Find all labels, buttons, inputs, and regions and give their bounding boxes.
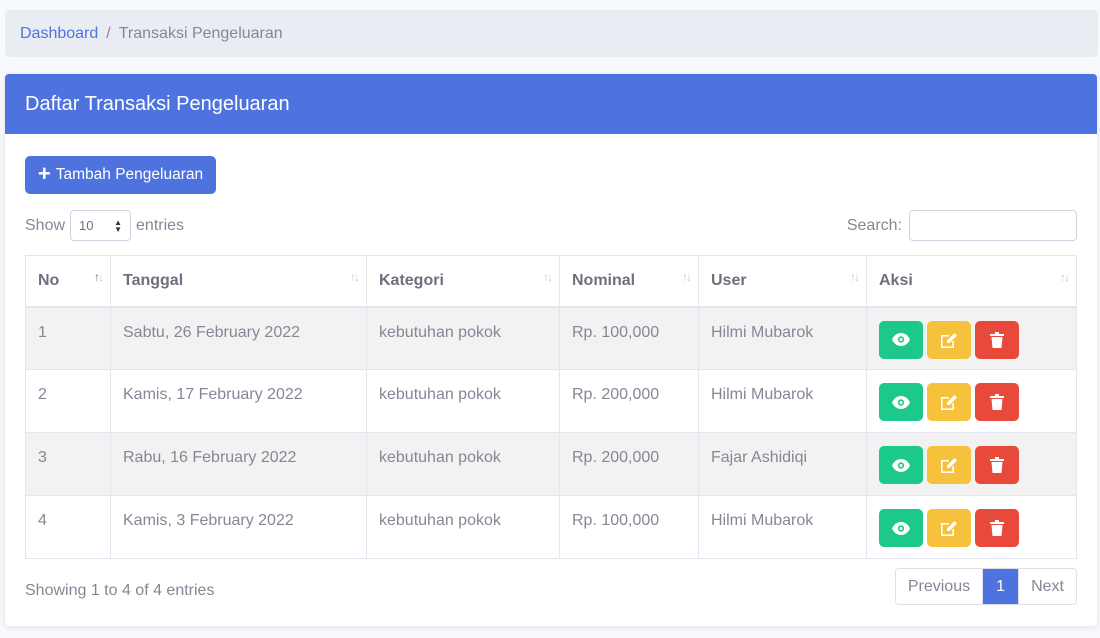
cell-actions xyxy=(866,495,1077,559)
edit-icon xyxy=(941,395,957,410)
column-header-no[interactable]: No ↑↓ xyxy=(25,255,111,308)
column-header-user[interactable]: User ↑↓ xyxy=(698,255,867,308)
edit-icon xyxy=(941,332,957,348)
search-control: Search: xyxy=(847,210,1077,241)
edit-button[interactable] xyxy=(927,320,971,359)
delete-button[interactable] xyxy=(975,446,1019,484)
cell-actions xyxy=(866,306,1077,370)
cell-tanggal: Kamis, 17 February 2022 xyxy=(110,369,367,433)
column-header-label: No xyxy=(38,271,60,289)
cell-no: 4 xyxy=(25,495,111,559)
edit-button[interactable] xyxy=(927,446,971,484)
add-expense-button[interactable]: + Tambah Pengeluaran xyxy=(25,156,216,194)
pagination-page-1[interactable]: 1 xyxy=(983,569,1019,604)
delete-button[interactable] xyxy=(975,509,1019,547)
breadcrumb-dashboard-link[interactable]: Dashboard xyxy=(20,25,98,43)
eye-icon xyxy=(892,458,910,472)
table-row: 4 Kamis, 3 February 2022 kebutuhan pokok… xyxy=(25,495,1077,559)
entries-length-control: Show 10 ▲ ▼ entries xyxy=(25,210,184,241)
column-header-label: Kategori xyxy=(379,271,444,289)
trash-icon xyxy=(990,331,1004,348)
view-button[interactable] xyxy=(879,446,923,484)
expense-card: Daftar Transaksi Pengeluaran + Tambah Pe… xyxy=(5,74,1097,626)
add-expense-label: Tambah Pengeluaran xyxy=(55,166,204,183)
cell-nominal: Rp. 100,000 xyxy=(559,495,699,559)
eye-icon xyxy=(892,333,910,346)
column-header-label: Nominal xyxy=(572,271,636,289)
column-header-label: Tanggal xyxy=(123,271,184,289)
breadcrumb-separator: / xyxy=(106,24,111,42)
table-row: 2 Kamis, 17 February 2022 kebutuhan poko… xyxy=(25,369,1077,433)
cell-no: 2 xyxy=(25,369,111,433)
column-header-aksi[interactable]: Aksi ↑↓ xyxy=(866,255,1077,308)
cell-nominal: Rp. 100,000 xyxy=(559,306,699,370)
sort-icon: ↑↓ xyxy=(682,270,692,284)
trash-icon xyxy=(990,457,1004,473)
cell-user: Hilmi Mubarok xyxy=(698,369,867,433)
pagination-previous[interactable]: Previous xyxy=(895,569,984,604)
column-header-label: Aksi xyxy=(879,271,913,289)
entries-label: entries xyxy=(136,216,185,234)
breadcrumb-current: Transaksi Pengeluaran xyxy=(118,24,283,42)
eye-icon xyxy=(892,395,910,409)
cell-no: 3 xyxy=(25,432,111,496)
cell-user: Fajar Ashidiqi xyxy=(698,432,867,496)
view-button[interactable] xyxy=(879,320,923,359)
eye-icon xyxy=(892,521,910,535)
cell-tanggal: Kamis, 3 February 2022 xyxy=(110,495,367,559)
cell-tanggal: Sabtu, 26 February 2022 xyxy=(110,306,367,370)
cell-user: Hilmi Mubarok xyxy=(698,306,867,370)
cell-actions xyxy=(866,432,1077,496)
table-info: Showing 1 to 4 of 4 entries xyxy=(25,582,215,599)
entries-select-value: 10 xyxy=(79,218,94,233)
pagination: Previous 1 Next xyxy=(894,568,1077,605)
view-button[interactable] xyxy=(879,509,923,547)
sort-icon: ↑↓ xyxy=(350,270,360,284)
sort-icon: ↑↓ xyxy=(543,270,553,284)
edit-button[interactable] xyxy=(927,509,971,547)
search-label: Search: xyxy=(846,216,902,234)
breadcrumb: Dashboard / Transaksi Pengeluaran xyxy=(5,10,1098,57)
trash-icon xyxy=(990,394,1004,410)
edit-icon xyxy=(941,458,957,473)
sort-icon: ↑↓ xyxy=(850,270,860,284)
cell-tanggal: Rabu, 16 February 2022 xyxy=(110,432,367,496)
select-arrows-icon: ▲ ▼ xyxy=(114,217,123,234)
view-button[interactable] xyxy=(879,383,923,421)
trash-icon xyxy=(990,520,1004,536)
plus-icon: + xyxy=(37,161,51,186)
cell-kategori: kebutuhan pokok xyxy=(366,306,560,370)
column-header-tanggal[interactable]: Tanggal ↑↓ xyxy=(110,255,367,308)
delete-button[interactable] xyxy=(975,383,1019,421)
sort-icon: ↑↓ xyxy=(1060,270,1070,284)
cell-actions xyxy=(866,369,1077,433)
cell-no: 1 xyxy=(25,306,111,370)
column-header-nominal[interactable]: Nominal ↑↓ xyxy=(559,255,699,308)
entries-select[interactable]: 10 ▲ ▼ xyxy=(70,210,132,241)
search-input[interactable] xyxy=(909,210,1077,241)
expense-table: No ↑↓ Tanggal ↑↓ Kategori ↑↓ Nominal ↑↓ … xyxy=(25,255,1077,559)
edit-button[interactable] xyxy=(927,383,971,421)
table-row: 1 Sabtu, 26 February 2022 kebutuhan poko… xyxy=(25,306,1077,370)
pagination-next[interactable]: Next xyxy=(1018,569,1076,604)
table-row: 3 Rabu, 16 February 2022 kebutuhan pokok… xyxy=(25,432,1077,496)
sort-icon: ↑↓ xyxy=(94,270,104,284)
column-header-kategori[interactable]: Kategori ↑↓ xyxy=(366,255,560,308)
card-header: Daftar Transaksi Pengeluaran xyxy=(5,74,1097,134)
edit-icon xyxy=(941,521,957,536)
cell-kategori: kebutuhan pokok xyxy=(366,495,560,559)
table-header-row: No ↑↓ Tanggal ↑↓ Kategori ↑↓ Nominal ↑↓ … xyxy=(25,255,1077,308)
cell-nominal: Rp. 200,000 xyxy=(559,369,699,433)
show-label: Show xyxy=(25,216,66,234)
delete-button[interactable] xyxy=(975,320,1019,359)
cell-user: Hilmi Mubarok xyxy=(698,495,867,559)
cell-nominal: Rp. 200,000 xyxy=(559,432,699,496)
column-header-label: User xyxy=(711,271,747,289)
cell-kategori: kebutuhan pokok xyxy=(366,369,560,433)
cell-kategori: kebutuhan pokok xyxy=(366,432,560,496)
card-title: Daftar Transaksi Pengeluaran xyxy=(25,92,290,115)
